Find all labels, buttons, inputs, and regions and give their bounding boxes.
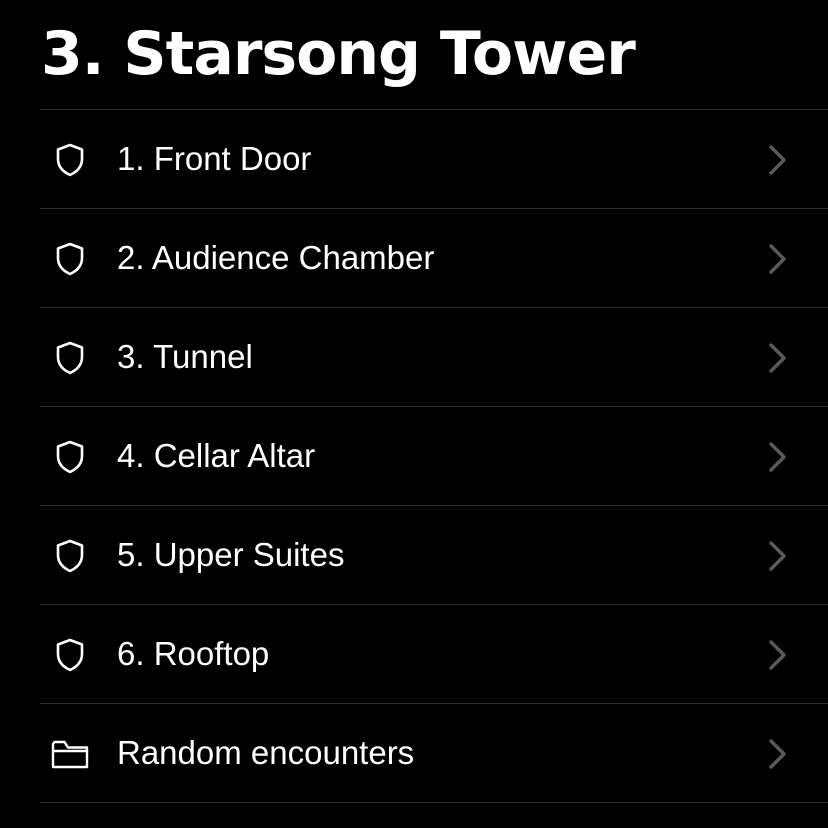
list-item-random-encounters[interactable]: Random encounters bbox=[40, 704, 828, 803]
list-item-front-door[interactable]: 1. Front Door bbox=[40, 110, 828, 209]
location-list: 1. Front Door 2. Audience Chamber 3. Tun… bbox=[40, 109, 828, 803]
shield-icon bbox=[56, 341, 84, 375]
list-item-rooftop[interactable]: 6. Rooftop bbox=[40, 605, 828, 704]
list-item-label: 3. Tunnel bbox=[117, 338, 253, 375]
chevron-right-icon bbox=[769, 739, 786, 769]
folder-icon bbox=[51, 740, 89, 769]
list-item-label: 4. Cellar Altar bbox=[117, 437, 316, 474]
list-item-label: Random encounters bbox=[117, 734, 415, 771]
chevron-right-icon bbox=[769, 343, 786, 373]
shield-icon bbox=[56, 539, 84, 573]
chevron-right-icon bbox=[769, 145, 786, 175]
list-item-label: 6. Rooftop bbox=[117, 635, 270, 672]
shield-icon bbox=[56, 440, 84, 474]
chevron-right-icon bbox=[769, 541, 786, 571]
chevron-right-icon bbox=[769, 244, 786, 274]
chevron-right-icon bbox=[769, 640, 786, 670]
shield-icon bbox=[56, 242, 84, 276]
list-item-audience-chamber[interactable]: 2. Audience Chamber bbox=[40, 209, 828, 308]
shield-icon bbox=[56, 638, 84, 672]
list-item-upper-suites[interactable]: 5. Upper Suites bbox=[40, 506, 828, 605]
list-item-label: 5. Upper Suites bbox=[117, 536, 345, 573]
list-item-cellar-altar[interactable]: 4. Cellar Altar bbox=[40, 407, 828, 506]
list-item-label: 1. Front Door bbox=[117, 140, 312, 177]
list-item-label: 2. Audience Chamber bbox=[117, 239, 435, 276]
page-title: 3. Starsong Tower bbox=[41, 19, 636, 89]
list-item-tunnel[interactable]: 3. Tunnel bbox=[40, 308, 828, 407]
shield-icon bbox=[56, 143, 84, 177]
chevron-right-icon bbox=[769, 442, 786, 472]
